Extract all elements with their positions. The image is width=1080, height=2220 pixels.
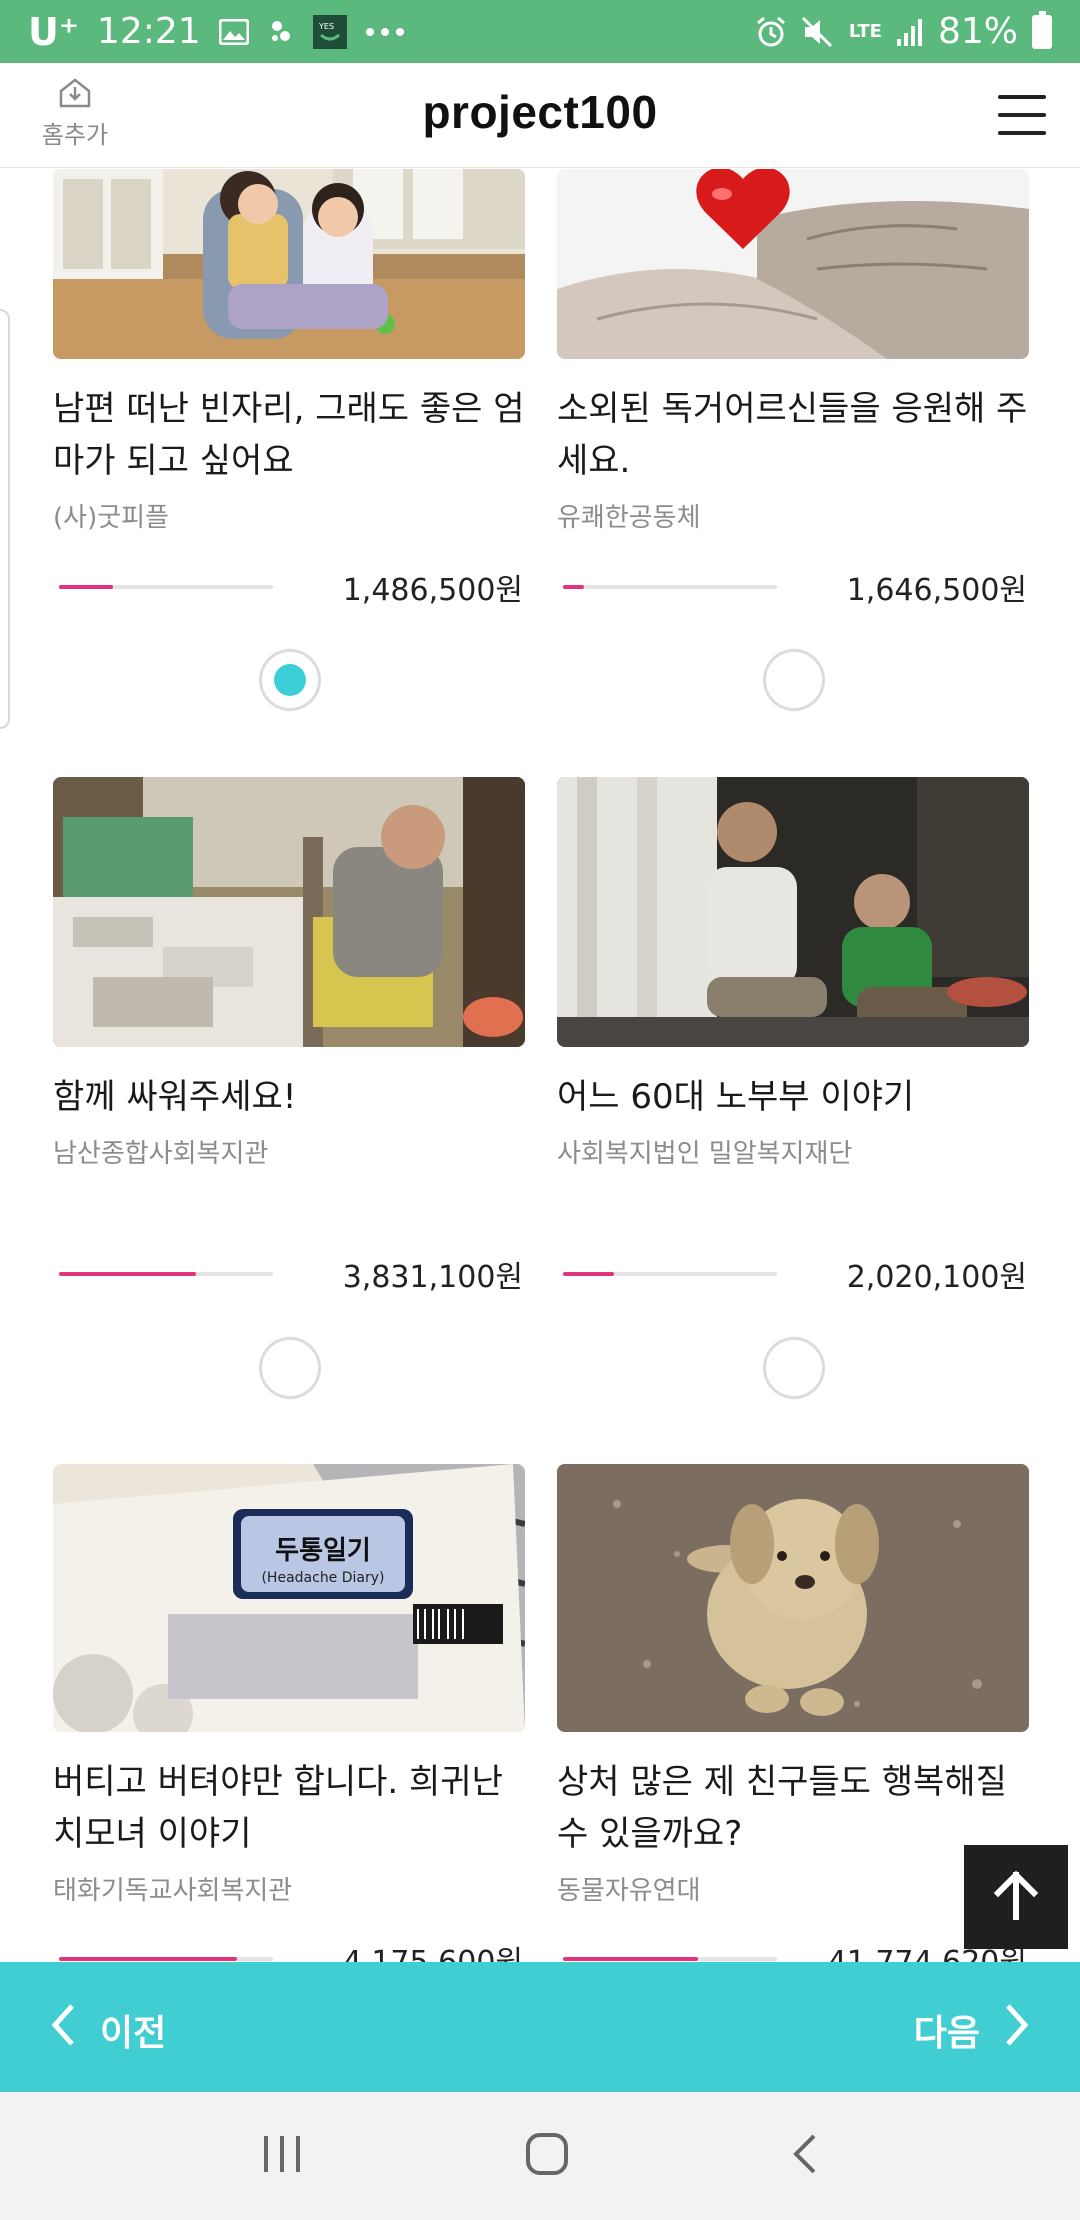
progress-track: [59, 585, 273, 589]
campaign-image: [557, 1464, 1029, 1732]
campaign-amount: 3,831,100원: [342, 1260, 523, 1295]
carrier-label: U⁺: [28, 9, 79, 54]
campaign-title: 어느 60대 노부부 이야기: [557, 1077, 915, 1117]
alarm-icon: [755, 16, 787, 48]
arrow-up-icon: [988, 1867, 1044, 1927]
campaign-org: 남산종합사회복지관: [53, 1139, 269, 1169]
campaign-card[interactable]: 두통일기 (Headache Diary) 버티고 버텨야만 합니다. 희귀난치…: [53, 1464, 525, 1907]
campaign-org: (사)굿피플: [53, 503, 169, 533]
mute-icon: [801, 16, 835, 48]
select-radio[interactable]: [763, 649, 825, 711]
campaign-org: 태화기독교사회복지관: [53, 1876, 293, 1906]
select-radio[interactable]: [259, 649, 321, 711]
brand-logo: project100: [422, 86, 658, 138]
campaign-org: 동물자유연대: [557, 1876, 701, 1906]
chevron-right-icon: [1004, 2002, 1030, 2057]
prev-button[interactable]: 이전: [50, 2002, 166, 2057]
campaign-progress: 3,831,100원: [53, 1252, 525, 1295]
campaign-image: [557, 777, 1029, 1047]
next-button[interactable]: 다음: [914, 2002, 1030, 2057]
progress-fill: [563, 585, 585, 589]
side-drawer-handle[interactable]: [0, 309, 10, 729]
campaign-card[interactable]: 어느 60대 노부부 이야기 사회복지법인 밀알복지재단: [557, 777, 1029, 1170]
prev-label: 이전: [100, 2012, 167, 2054]
campaign-card[interactable]: 상처 많은 제 친구들도 행복해질 수 있을까요? 동물자유연대: [557, 1464, 1029, 1907]
campaign-amount: 2,020,100원: [846, 1260, 1027, 1295]
campaign-progress: 4,175,600원: [53, 1937, 525, 1962]
home-icon[interactable]: [525, 2132, 569, 2180]
campaign-card[interactable]: 소외된 독거어르신들을 응원해 주세요. 유쾌한공동체: [557, 169, 1029, 534]
back-icon[interactable]: [790, 2132, 820, 2180]
campaign-org: 유쾌한공동체: [557, 503, 701, 533]
progress-track: [59, 1272, 273, 1276]
progress-track: [563, 1957, 777, 1961]
progress-fill: [563, 1957, 698, 1961]
lte-label: LTE: [848, 21, 882, 42]
diary-label-main: 두통일기: [275, 1536, 371, 1566]
campaign-title: 버티고 버텨야만 합니다. 희귀난치모녀 이야기: [53, 1762, 503, 1854]
campaign-progress: 1,486,500원: [53, 565, 525, 608]
campaign-progress: 1,646,500원: [557, 565, 1029, 608]
progress-fill: [59, 585, 113, 589]
progress-track: [563, 1272, 777, 1276]
more-dots-icon: [365, 27, 405, 37]
campaign-title: 소외된 독거어르신들을 응원해 주세요.: [557, 389, 1028, 481]
pagination-bar: 이전 다음: [0, 1962, 1080, 2092]
progress-fill: [59, 1272, 196, 1276]
campaign-org: 사회복지법인 밀알복지재단: [557, 1139, 853, 1169]
campaign-image: [53, 777, 525, 1047]
svg-text:YES: YES: [318, 22, 334, 31]
campaign-image: 두통일기 (Headache Diary): [53, 1464, 525, 1732]
yes24-icon: YES: [312, 14, 347, 49]
campaign-progress: 2,020,100원: [557, 1252, 1029, 1295]
campaign-title: 함께 싸워주세요!: [53, 1077, 297, 1117]
select-radio[interactable]: [763, 1337, 825, 1399]
battery-icon: [1032, 10, 1052, 49]
chevron-left-icon: [50, 2002, 76, 2057]
campaign-image: [53, 169, 525, 359]
campaign-amount: 4,175,600원: [343, 1937, 523, 1962]
scroll-to-top-button[interactable]: [964, 1845, 1068, 1949]
signal-icon: [896, 17, 924, 47]
campaign-list: 남편 떠난 빈자리, 그래도 좋은 엄마가 되고 싶어요 (사)굿피플 1,48…: [0, 169, 1080, 1962]
progress-fill: [59, 1957, 237, 1961]
campaign-title: 상처 많은 제 친구들도 행복해질 수 있을까요?: [557, 1762, 1007, 1854]
progress-track: [563, 585, 777, 589]
campaign-progress: 41,774,620원: [557, 1937, 1029, 1962]
fan-icon: [267, 18, 295, 46]
campaign-card[interactable]: 남편 떠난 빈자리, 그래도 좋은 엄마가 되고 싶어요 (사)굿피플: [53, 169, 525, 534]
campaign-amount: 1,486,500원: [342, 573, 523, 608]
progress-fill: [563, 1272, 615, 1276]
campaign-amount: 1,646,500원: [846, 573, 1027, 608]
next-label: 다음: [913, 2012, 980, 2054]
hamburger-menu-icon[interactable]: [998, 95, 1046, 135]
recent-apps-icon[interactable]: [260, 2134, 304, 2178]
progress-track: [59, 1957, 273, 1961]
campaign-title: 남편 떠난 빈자리, 그래도 좋은 엄마가 되고 싶어요: [53, 389, 525, 481]
status-bar: U⁺ 12:21 YES LTE 81%: [0, 0, 1080, 63]
app-header: 홈추가 project100: [0, 63, 1080, 168]
campaign-image: [557, 169, 1029, 359]
system-nav-bar: [0, 2092, 1080, 2220]
battery-percent: 81%: [937, 11, 1018, 52]
image-icon: [218, 18, 249, 45]
diary-label-sub: (Headache Diary): [261, 1570, 384, 1586]
select-radio[interactable]: [259, 1337, 321, 1399]
clock: 12:21: [96, 11, 201, 52]
campaign-card[interactable]: 함께 싸워주세요! 남산종합사회복지관: [53, 777, 525, 1170]
